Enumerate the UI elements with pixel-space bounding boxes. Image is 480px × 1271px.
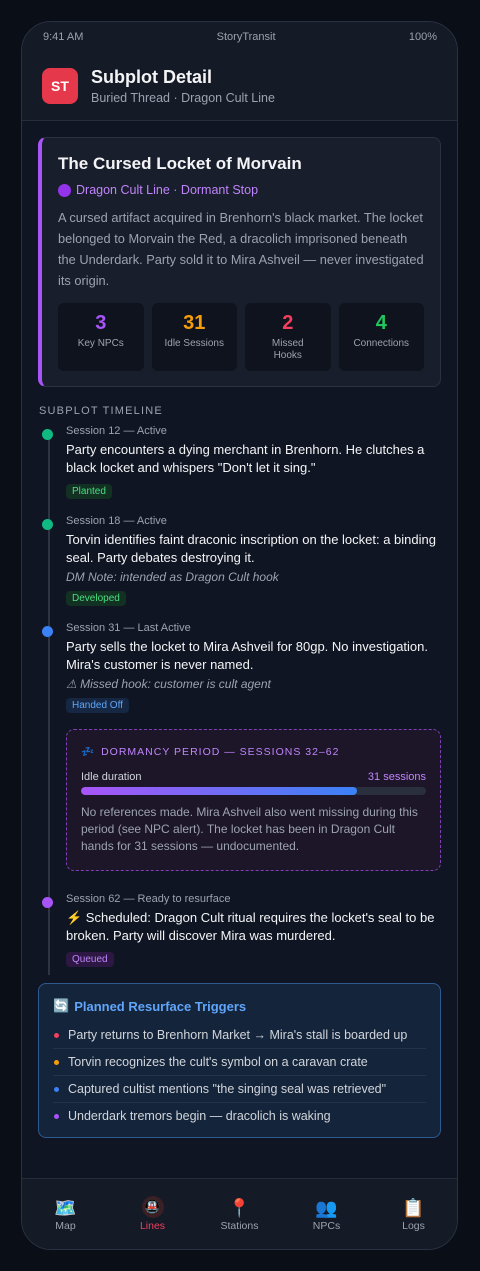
stat-value: 4 <box>375 312 387 334</box>
tab-logs[interactable]: 📋 Logs <box>379 1196 449 1232</box>
event-note: ⚠ Missed hook: customer is cult agent <box>66 677 271 691</box>
status-carrier: StoryTransit <box>216 31 276 43</box>
stat-value: 3 <box>95 312 107 334</box>
metro-icon: 🚇 <box>141 1196 164 1218</box>
idle-label: Idle duration <box>81 771 142 783</box>
bullet-icon <box>54 1059 59 1065</box>
status-badge: Queued <box>66 952 114 967</box>
event-note: DM Note: intended as Dragon Cult hook <box>66 570 279 584</box>
phone-frame: 9:41 AM StoryTransit 100% ST Subplot Det… <box>21 21 458 1250</box>
stat-connections[interactable]: 4 Connections <box>338 303 424 371</box>
idle-progress-fill <box>81 787 357 795</box>
trigger-item[interactable]: Captured cultist mentions "the singing s… <box>53 1076 426 1103</box>
tab-npcs[interactable]: 👥 NPCs <box>292 1196 362 1232</box>
stat-value: 2 <box>282 312 294 334</box>
timeline-event[interactable]: Session 12 — Active Party encounters a d… <box>42 425 441 499</box>
tab-label: Map <box>55 1220 76 1232</box>
bottom-tab-bar: 🗺️ Map 🚇 Lines 📍 Stations 👥 NPCs 📋 Logs <box>22 1178 457 1249</box>
dormancy-panel: 💤 DORMANCY PERIOD — SESSIONS 32–62 Idle … <box>66 729 441 871</box>
subplot-card: The Cursed Locket of Morvain Dragon Cult… <box>38 137 441 387</box>
stat-label: Idle Sessions <box>164 338 224 349</box>
users-icon: 👥 <box>315 1198 338 1218</box>
event-text: Torvin identifies faint draconic inscrip… <box>66 532 436 565</box>
timeline-line <box>48 435 50 975</box>
timeline-dot <box>42 897 53 908</box>
subplot-title: The Cursed Locket of Morvain <box>58 154 302 173</box>
timeline-dot <box>42 626 53 637</box>
stat-label: Key NPCs <box>77 338 124 349</box>
line-color-icon <box>58 183 71 197</box>
timeline-event[interactable]: Session 18 — Active Torvin identifies fa… <box>42 515 441 606</box>
stat-label: Missed Hooks <box>271 338 304 361</box>
status-time: 9:41 AM <box>43 31 84 43</box>
subplot-description: A cursed artifact acquired in Brenhorn's… <box>58 210 424 288</box>
trigger-text: Underdark tremors begin — dracolich is w… <box>68 1109 331 1123</box>
event-meta: Session 62 — Ready to resurface <box>66 893 231 905</box>
refresh-icon: 🔄 <box>53 998 70 1013</box>
trigger-text: Torvin recognizes the cult's symbol on a… <box>68 1055 368 1069</box>
dormancy-text: No references made. Mira Ashveil also we… <box>81 805 418 853</box>
clipboard-icon: 📋 <box>402 1198 425 1218</box>
event-text: Party encounters a dying merchant in Bre… <box>66 442 425 475</box>
trigger-item[interactable]: Underdark tremors begin — dracolich is w… <box>53 1103 426 1129</box>
stats-row: 3 Key NPCs 31 Idle Sessions 2 Missed Hoo… <box>58 303 424 371</box>
timeline-event[interactable]: Session 62 — Ready to resurface ⚡ Schedu… <box>42 893 441 967</box>
stat-missed-hooks[interactable]: 2 Missed Hooks <box>245 303 331 371</box>
trigger-text: Captured cultist mentions "the singing s… <box>68 1082 387 1096</box>
timeline-heading: SUBPLOT TIMELINE <box>39 405 163 417</box>
subplot-line-label: Dragon Cult Line · Dormant Stop <box>76 183 259 197</box>
trigger-item[interactable]: Party returns to Brenhorn Market → Mira'… <box>53 1022 426 1049</box>
tab-map[interactable]: 🗺️ Map <box>31 1196 101 1232</box>
trigger-text: Party returns to Brenhorn Market → Mira'… <box>68 1028 408 1042</box>
dormancy-title: 💤 DORMANCY PERIOD — SESSIONS 32–62 <box>81 745 426 759</box>
event-text: ⚡ Scheduled: Dragon Cult ritual requires… <box>66 910 435 943</box>
stat-label: Connections <box>353 338 410 349</box>
event-meta: Session 12 — Active <box>66 425 167 437</box>
status-battery: 100% <box>408 31 437 43</box>
stat-key-npcs[interactable]: 3 Key NPCs <box>58 303 144 371</box>
main-content: The Cursed Locket of Morvain Dragon Cult… <box>22 121 457 1138</box>
event-text: Party sells the locket to Mira Ashveil f… <box>66 639 429 672</box>
idle-progress-bar <box>81 787 426 795</box>
timeline-dot <box>42 429 53 440</box>
lines-icon-wrap: 🚇 <box>141 1196 164 1220</box>
map-icon: 🗺️ <box>54 1198 77 1218</box>
tab-lines[interactable]: 🚇 Lines <box>118 1196 188 1232</box>
triggers-title-text: Planned Resurface Triggers <box>74 998 247 1014</box>
app-logo: ST <box>42 68 78 104</box>
tab-label: NPCs <box>312 1220 341 1232</box>
triggers-title: 🔄 Planned Resurface Triggers <box>53 998 426 1014</box>
timeline-event[interactable]: Session 31 — Last Active Party sells the… <box>42 622 441 713</box>
page-subtitle: Buried Thread · Dragon Cult Line <box>91 91 275 105</box>
bullet-icon <box>54 1032 59 1038</box>
bullet-icon <box>54 1113 59 1119</box>
sleep-icon: 💤 <box>81 746 96 758</box>
status-badge: Planted <box>66 484 112 499</box>
event-meta: Session 31 — Last Active <box>66 622 191 634</box>
status-bar: 9:41 AM StoryTransit 100% <box>22 22 457 52</box>
subplot-line[interactable]: Dragon Cult Line · Dormant Stop <box>58 183 424 197</box>
tab-label: Stations <box>220 1220 259 1232</box>
timeline-dot <box>42 519 53 530</box>
subplot-timeline: Session 12 — Active Party encounters a d… <box>38 425 441 975</box>
resurface-triggers-panel: 🔄 Planned Resurface Triggers Party retur… <box>38 983 441 1138</box>
idle-value: 31 sessions <box>367 771 426 783</box>
dormancy-title-text: DORMANCY PERIOD — SESSIONS 32–62 <box>101 745 340 758</box>
tab-label: Logs <box>402 1220 425 1232</box>
bullet-icon <box>54 1086 59 1092</box>
app-header: ST Subplot Detail Buried Thread · Dragon… <box>22 52 457 121</box>
stat-idle-sessions[interactable]: 31 Idle Sessions <box>151 303 237 371</box>
stat-value: 31 <box>183 312 206 334</box>
trigger-item[interactable]: Torvin recognizes the cult's symbol on a… <box>53 1049 426 1076</box>
status-badge: Developed <box>66 591 126 606</box>
tab-label: Lines <box>139 1220 166 1232</box>
page-title: Subplot Detail <box>91 67 212 87</box>
pin-icon: 📍 <box>228 1198 251 1218</box>
idle-duration-row: Idle duration 31 sessions <box>81 771 426 783</box>
event-meta: Session 18 — Active <box>66 515 167 527</box>
status-badge: Handed Off <box>66 698 129 713</box>
tab-stations[interactable]: 📍 Stations <box>205 1196 275 1232</box>
